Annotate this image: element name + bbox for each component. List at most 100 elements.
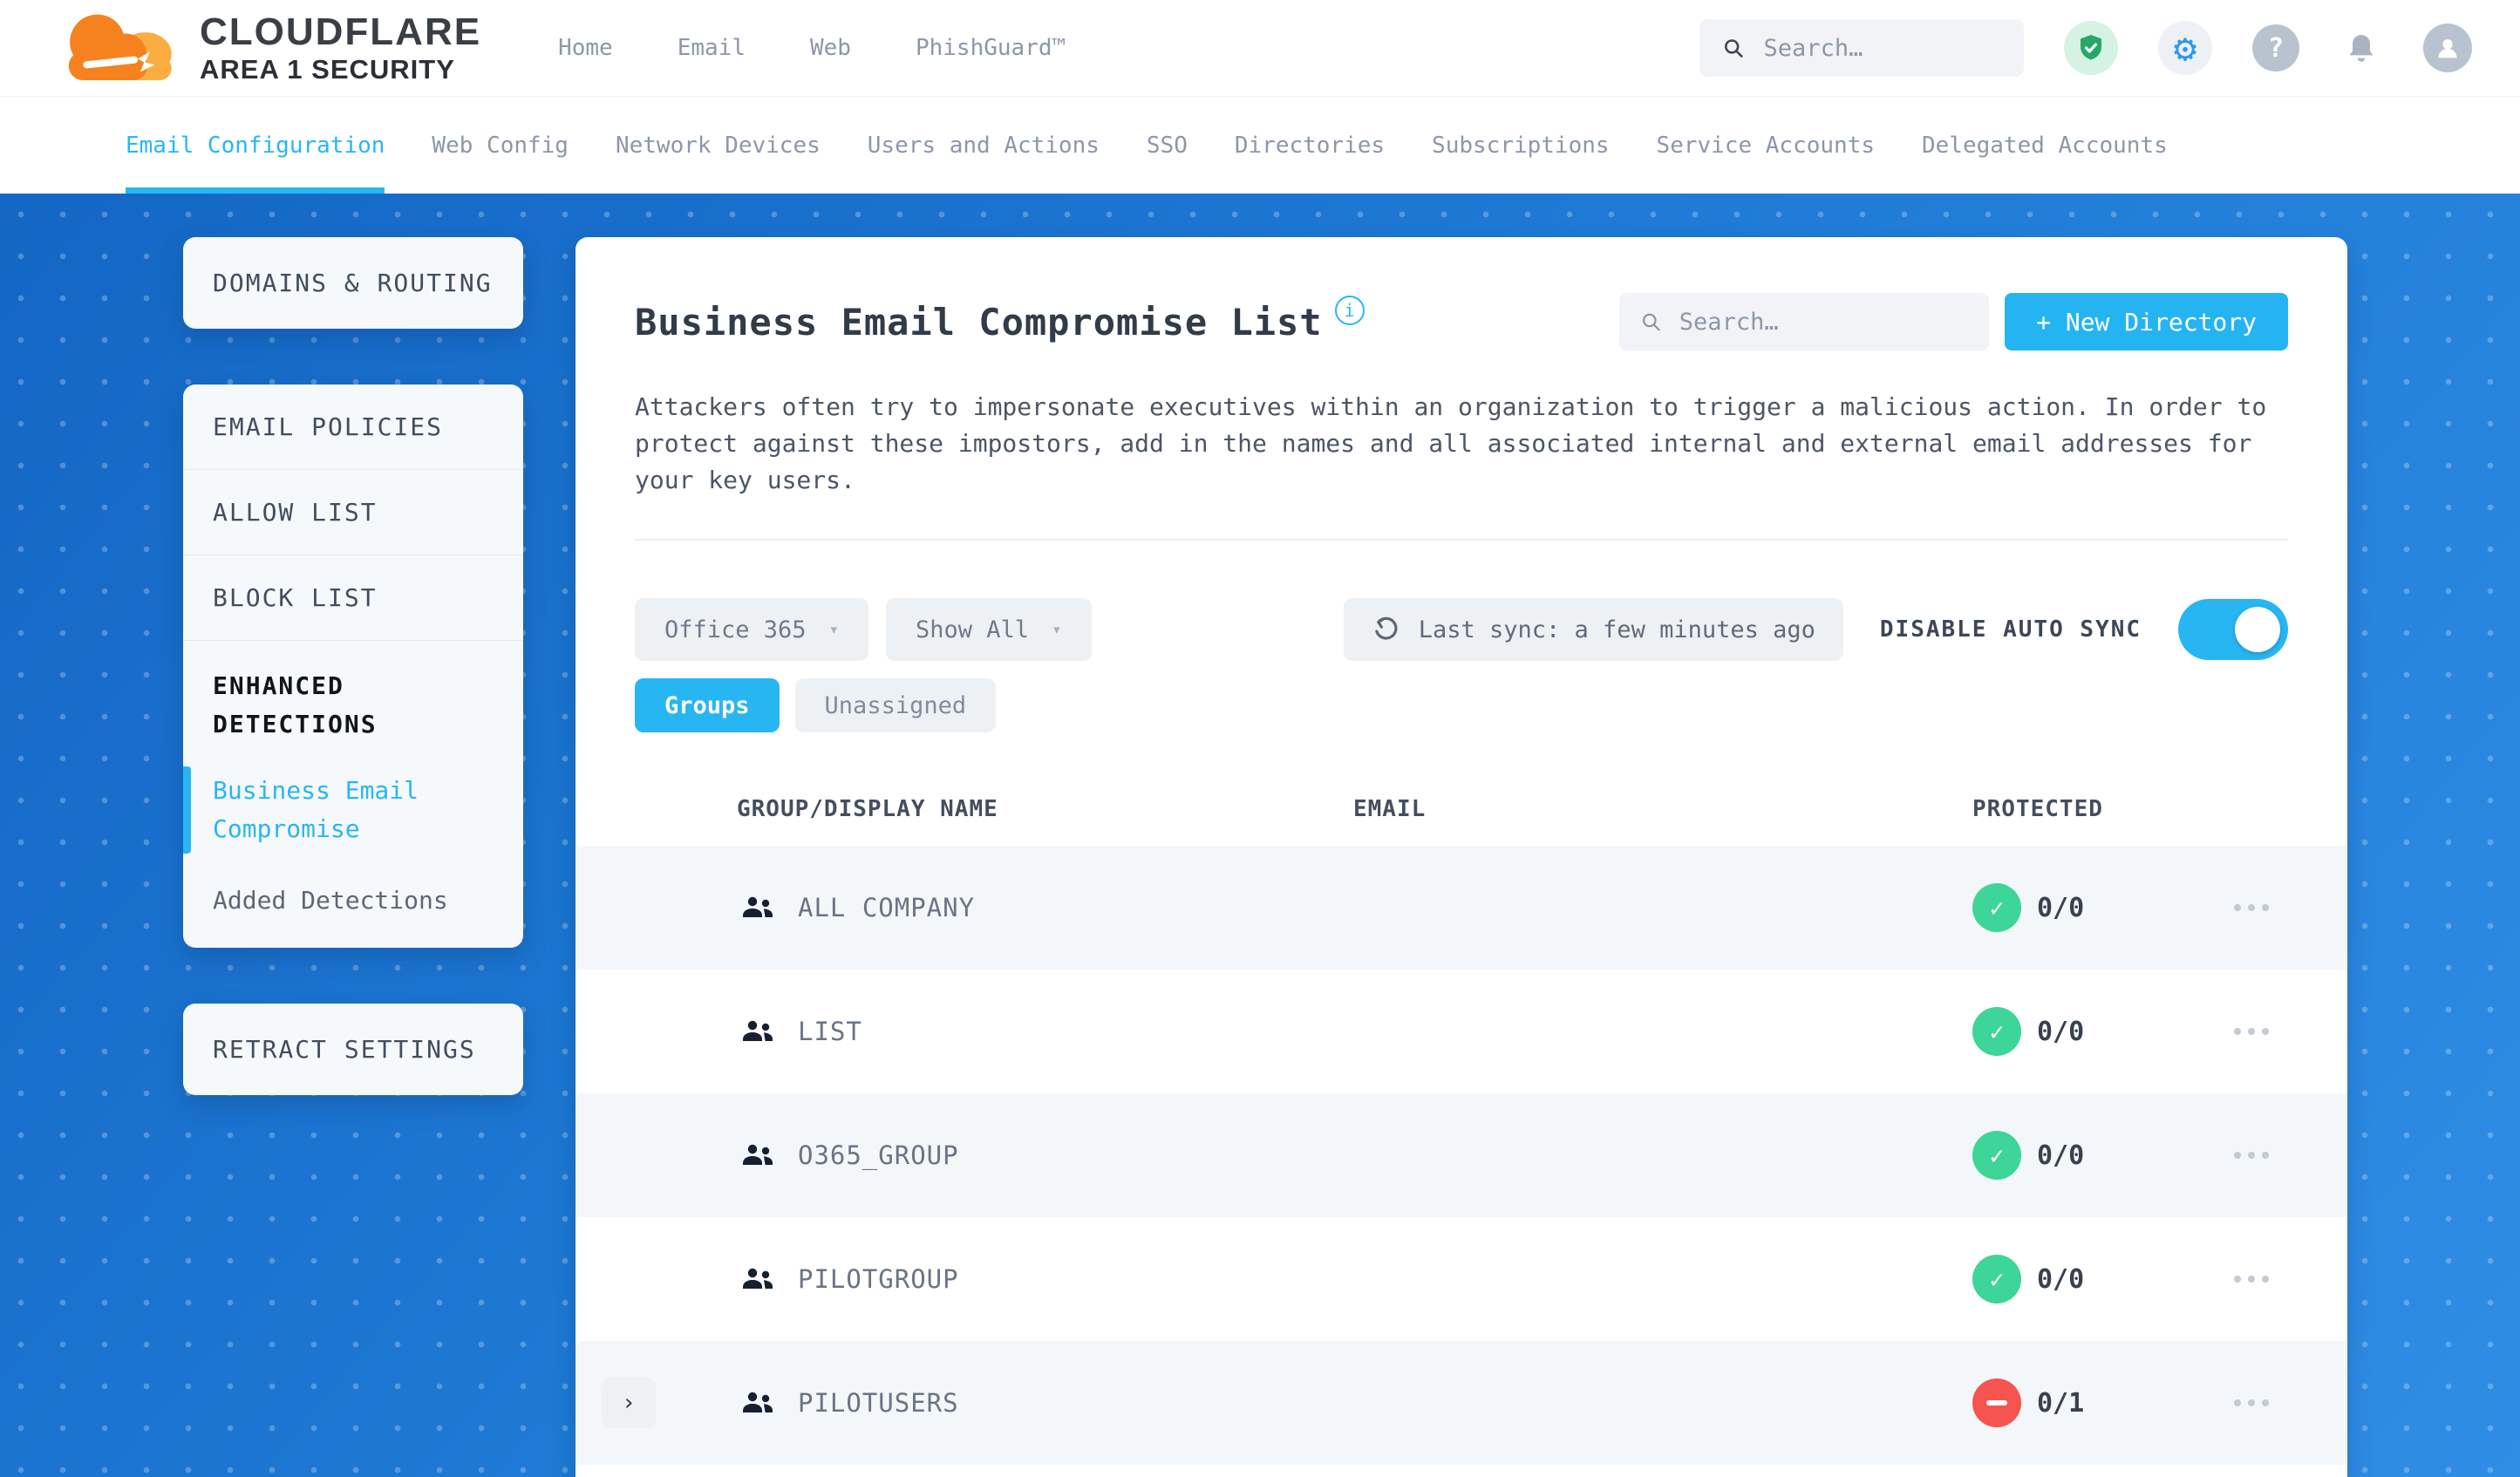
group-icon [737, 1382, 779, 1424]
global-search-input[interactable] [1763, 34, 2001, 62]
help-icon: ? [2267, 32, 2285, 64]
topnav-item-email[interactable]: Email [678, 35, 746, 61]
list-search[interactable] [1619, 293, 1990, 351]
subnav-item-web-config[interactable]: Web Config [432, 97, 569, 194]
app-window: CLOUDFLARE AREA 1 SECURITY Home Email Web P… [0, 0, 2520, 1477]
column-header-group-name: GROUP/DISPLAY NAME [737, 796, 998, 822]
protected-count: 0/1 [2037, 1387, 2085, 1419]
directory-filter-dropdown[interactable]: Office 365 ▾ [635, 598, 869, 661]
row-actions-button[interactable] [2234, 1382, 2347, 1424]
table-body: › ALL COMPANY ✓ 0/0 › LIST ✓ 0/0 › [576, 846, 2347, 1465]
protected-status-icon: ✓ [1972, 883, 2021, 932]
table-header: GROUP/DISPLAY NAME EMAIL PROTECTED [576, 773, 2347, 846]
main-panel: Business Email Compromise List i + New D… [576, 237, 2347, 1477]
sidebar-item-business-email-compromise[interactable]: Business Email Compromise [183, 766, 523, 854]
sidebar-item-enhanced-detections[interactable]: ENHANCED DETECTIONS [213, 667, 494, 744]
protected-count: 0/0 [2037, 1016, 2085, 1047]
topnav-item-phishguard-[interactable]: PhishGuard™ [916, 35, 1066, 61]
chevron-down-icon: ▾ [1052, 620, 1062, 639]
info-icon[interactable]: i [1334, 296, 1365, 325]
protected-count: 0/0 [2037, 1140, 2085, 1171]
notifications-button[interactable] [2340, 21, 2383, 75]
sidebar-card-policies: EMAIL POLICIES ALLOW LIST BLOCK LIST ENH… [183, 385, 523, 948]
top-nav: Home Email Web PhishGuard™ [558, 35, 1066, 61]
subnav-item-network-devices[interactable]: Network Devices [616, 97, 821, 194]
group-name: PILOTUSERS [798, 1388, 959, 1418]
protected-status-icon: ✓ [1972, 1131, 2021, 1180]
subnav-item-users-and-actions[interactable]: Users and Actions [868, 97, 1100, 194]
row-actions-button[interactable] [2234, 1134, 2347, 1176]
help-button[interactable]: ? [2252, 24, 2299, 71]
list-search-input[interactable] [1679, 308, 1969, 336]
minus-icon [1986, 1400, 2007, 1406]
sidebar-item-added-detections[interactable]: Added Detections [183, 876, 523, 925]
protected-status-icon: ✓ [1972, 1255, 2021, 1303]
sidebar-item-allow-list[interactable]: ALLOW LIST [183, 470, 523, 555]
subnav-item-sso[interactable]: SSO [1147, 97, 1188, 194]
expand-row-button[interactable]: › [602, 1378, 656, 1428]
new-directory-button[interactable]: + New Directory [2005, 293, 2288, 351]
protected-cell: ✓ 0/0 [1972, 1255, 2234, 1303]
group-icon [737, 1011, 779, 1052]
sidebar-item-email-policies[interactable]: EMAIL POLICIES [183, 385, 523, 470]
top-bar: CLOUDFLARE AREA 1 SECURITY Home Email Web P… [0, 0, 2520, 96]
last-sync-button[interactable]: Last sync: a few minutes ago [1343, 598, 1843, 661]
bell-icon [2349, 35, 2374, 62]
subnav-item-service-accounts[interactable]: Service Accounts [1657, 97, 1875, 194]
table-row[interactable]: › O365_GROUP ✓ 0/0 [576, 1093, 2347, 1217]
refresh-icon [1374, 616, 1398, 640]
protected-cell: ✓ 0/0 [1972, 1131, 2234, 1180]
show-filter-dropdown[interactable]: Show All ▾ [886, 598, 1092, 661]
group-icon [737, 1258, 779, 1300]
sidebar-card-retract[interactable]: RETRACT SETTINGS [183, 1004, 523, 1095]
subnav-item-subscriptions[interactable]: Subscriptions [1432, 97, 1610, 194]
section-divider [635, 539, 2288, 541]
panel-header: Business Email Compromise List i + New D… [635, 293, 2288, 351]
sidebar-item-domains-routing[interactable]: DOMAINS & ROUTING [213, 269, 493, 297]
brand-name: CLOUDFLARE [200, 10, 482, 53]
table-row[interactable]: › ALL COMPANY ✓ 0/0 [576, 846, 2347, 970]
sidebar-item-block-list[interactable]: BLOCK LIST [183, 555, 523, 641]
tab-unassigned[interactable]: Unassigned [794, 678, 997, 732]
security-status-button[interactable] [2064, 21, 2118, 75]
sidebar-item-retract-settings[interactable]: RETRACT SETTINGS [213, 1035, 476, 1064]
protected-count: 0/0 [2037, 892, 2085, 923]
subnav-item-delegated-accounts[interactable]: Delegated Accounts [1922, 97, 2168, 194]
subnav-item-email-configuration[interactable]: Email Configuration [126, 97, 385, 194]
brand-subtitle: AREA 1 SECURITY [200, 53, 455, 85]
column-header-email: EMAIL [1353, 796, 1427, 822]
sidebar: DOMAINS & ROUTING EMAIL POLICIES ALLOW L… [183, 237, 523, 1095]
group-name: ALL COMPANY [798, 893, 976, 922]
account-icon [2438, 39, 2457, 58]
groups-table: GROUP/DISPLAY NAME EMAIL PROTECTED › ALL… [576, 773, 2347, 1465]
account-button[interactable] [2423, 24, 2472, 72]
auto-sync-toggle[interactable] [2178, 599, 2288, 660]
settings-button[interactable]: ⚙ [2158, 21, 2212, 75]
topnav-item-home[interactable]: Home [558, 35, 613, 61]
section-nav: Email Configuration Web Config Network Dev… [0, 96, 2520, 194]
table-row[interactable]: › LIST ✓ 0/0 [576, 970, 2347, 1093]
cloudflare-logo[interactable]: CLOUDFLARE AREA 1 SECURITY [48, 6, 481, 90]
auto-sync-label: DISABLE AUTO SYNC [1879, 616, 2142, 643]
sidebar-group-enhanced-detections: ENHANCED DETECTIONS Business Email Compr… [183, 641, 523, 948]
global-search[interactable] [1699, 19, 2024, 77]
table-row[interactable]: › PILOTGROUP ✓ 0/0 [576, 1217, 2347, 1341]
row-actions-button[interactable] [2234, 887, 2347, 929]
search-icon [1643, 313, 1660, 331]
sidebar-card-domains[interactable]: DOMAINS & ROUTING [183, 237, 523, 329]
subnav-item-directories[interactable]: Directories [1235, 97, 1385, 194]
group-icon [737, 887, 779, 929]
group-name: LIST [798, 1017, 862, 1046]
gear-icon: ⚙ [2173, 25, 2197, 71]
table-row[interactable]: › PILOTUSERS 0/1 [576, 1341, 2347, 1465]
topnav-item-web[interactable]: Web [810, 35, 851, 61]
row-actions-button[interactable] [2234, 1258, 2347, 1300]
group-icon [737, 1134, 779, 1176]
top-right-controls: ⚙ ? [1699, 19, 2472, 77]
row-actions-button[interactable] [2234, 1011, 2347, 1052]
chevron-down-icon: ▾ [828, 620, 840, 639]
tab-groups[interactable]: Groups [635, 678, 780, 732]
brand-text: CLOUDFLARE AREA 1 SECURITY [200, 10, 482, 85]
toggle-knob [2235, 607, 2280, 652]
protected-cell: ✓ 0/0 [1972, 883, 2234, 932]
